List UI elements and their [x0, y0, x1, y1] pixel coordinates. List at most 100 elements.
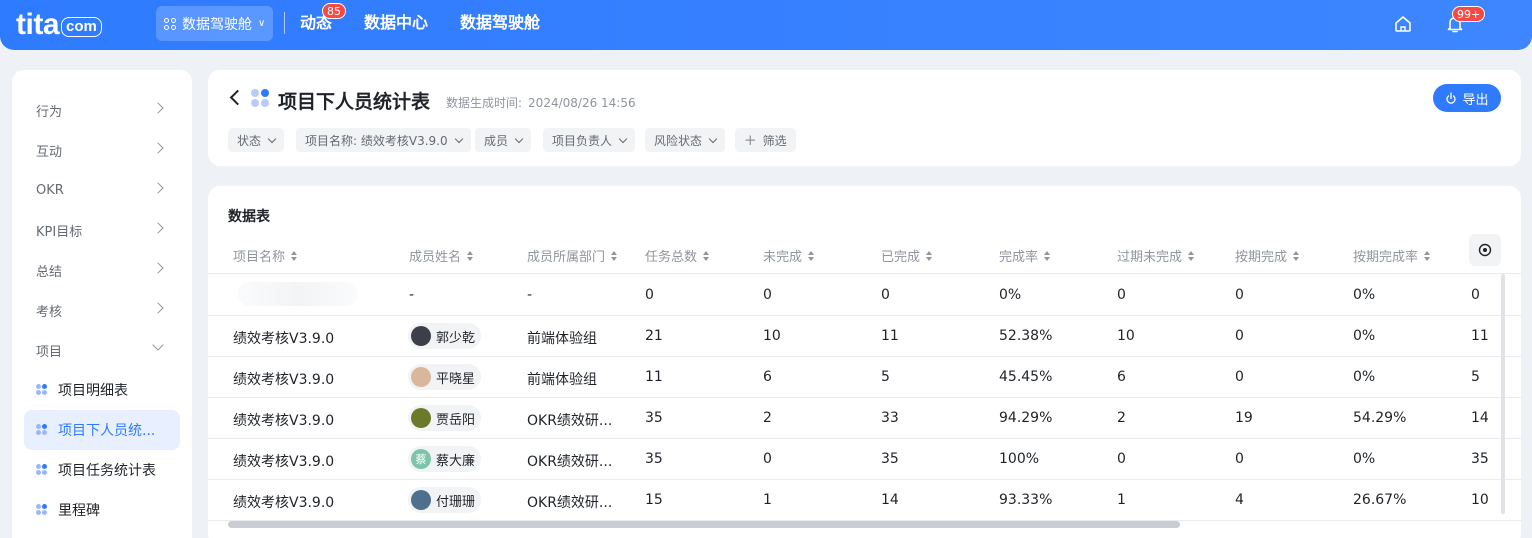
sidebar-item-kpi[interactable]: KPI目标 — [12, 210, 192, 250]
export-icon — [1446, 92, 1457, 104]
sort-icon[interactable] — [1293, 250, 1300, 261]
column-header-label: 未完成 — [763, 250, 803, 265]
table-row[interactable]: 绩效考核V3.9.0 平晓星 前端体验组 11 6 5 45.45% 6 0 0… — [208, 357, 1521, 398]
sidebar-item-summary[interactable]: 总结 — [12, 250, 192, 290]
table-row[interactable]: - - 0 0 0 0% 0 0 0% 0 — [208, 275, 1521, 316]
sort-icon[interactable] — [808, 250, 815, 261]
sidebar-item-okr[interactable]: OKR — [12, 170, 192, 210]
member-chip[interactable]: 蔡 蔡大廉 — [408, 446, 482, 472]
table-row[interactable]: 绩效考核V3.9.0 付珊珊 OKR绩效研... 15 1 14 93.33% … — [208, 480, 1521, 521]
filter-label: 项目负责人 — [552, 133, 613, 148]
export-label: 导出 — [1462, 92, 1489, 108]
member-chip[interactable]: 平晓星 — [408, 364, 482, 390]
overdue-count: 0 — [1117, 287, 1126, 303]
column-header-label: 成员所属部门 — [527, 250, 606, 265]
column-header-project[interactable]: 项目名称 — [233, 246, 298, 265]
chevron-down-icon: ∨ — [258, 18, 266, 29]
task-total: 11 — [645, 369, 663, 385]
plus-icon: + — [744, 130, 757, 149]
sidebar-item-project[interactable]: 项目 — [12, 330, 192, 370]
table-row[interactable]: 绩效考核V3.9.0 蔡 蔡大廉 OKR绩效研... 35 0 35 100% … — [208, 439, 1521, 480]
member-chip[interactable]: 郭少乾 — [408, 323, 482, 349]
filter-risk-status[interactable]: 风险状态 — [645, 128, 726, 152]
incomplete-count: 6 — [763, 369, 772, 385]
sidebar-item-interaction[interactable]: 互动 — [12, 130, 192, 170]
incomplete-count: 10 — [763, 328, 781, 344]
sidebar-subitem-project-tasks[interactable]: 项目任务统计表 — [24, 450, 180, 490]
tita-logo[interactable]: tita com — [16, 8, 102, 40]
sort-icon[interactable] — [611, 250, 618, 261]
sort-icon[interactable] — [467, 250, 474, 261]
column-header-ontime-rate[interactable]: 按期完成率 — [1353, 246, 1431, 265]
column-header-incomplete[interactable]: 未完成 — [763, 246, 815, 265]
column-header-rate[interactable]: 完成率 — [999, 246, 1051, 265]
chevron-right-icon — [152, 182, 164, 194]
back-arrow-icon[interactable] — [229, 89, 246, 106]
sort-icon[interactable] — [1424, 250, 1431, 261]
completed-count: 0 — [881, 287, 890, 303]
sort-icon[interactable] — [703, 250, 710, 261]
table-title: 数据表 — [228, 209, 270, 225]
export-button[interactable]: 导出 — [1433, 84, 1501, 112]
sort-icon[interactable] — [291, 250, 298, 261]
sidebar-item-label: 行为 — [36, 104, 63, 120]
sort-icon[interactable] — [1044, 250, 1051, 261]
sidebar-subitem-milestone[interactable]: 里程碑 — [24, 490, 180, 530]
avatar — [411, 408, 431, 428]
nav-item-data-cockpit[interactable]: 数据驾驶舱 — [460, 12, 540, 34]
filter-status[interactable]: 状态 — [228, 128, 285, 152]
column-header-ontime[interactable]: 按期完成 — [1235, 246, 1300, 265]
member-chip[interactable]: 贾岳阳 — [408, 405, 482, 431]
filter-label: 状态 — [237, 133, 262, 148]
nav-item-data-center[interactable]: 数据中心 — [364, 12, 428, 34]
add-filter-button[interactable]: + 筛选 — [735, 128, 796, 152]
sidebar-item-label: 互动 — [36, 144, 63, 160]
report-header: 项目下人员统计表 数据生成时间: 2024/08/26 14:56 导出 状态 项… — [208, 70, 1521, 166]
sidebar-subitem-label: 里程碑 — [58, 503, 100, 519]
table-row[interactable]: 绩效考核V3.9.0 郭少乾 前端体验组 21 10 11 52.38% 10 … — [208, 316, 1521, 357]
nav-item-dynamics[interactable]: 动态 85 — [300, 3, 346, 34]
column-header-member[interactable]: 成员姓名 — [409, 246, 474, 265]
incomplete-count: 0 — [763, 287, 772, 303]
filter-project-owner[interactable]: 项目负责人 — [543, 128, 636, 152]
ontime-count: 0 — [1235, 451, 1244, 467]
column-header-total[interactable]: 任务总数 — [645, 246, 710, 265]
table-row[interactable]: 绩效考核V3.9.0 贾岳阳 OKR绩效研... 35 2 33 94.29% … — [208, 398, 1521, 439]
ontime-rate: 54.29% — [1353, 410, 1407, 426]
report-icon — [36, 464, 48, 476]
chevron-right-icon — [152, 142, 164, 154]
sort-icon[interactable] — [1188, 250, 1195, 261]
chevron-right-icon — [152, 262, 164, 274]
column-header-department[interactable]: 成员所属部门 — [527, 246, 618, 265]
nav-item-label: 数据中心 — [364, 13, 429, 32]
filter-member[interactable]: 成员 — [475, 128, 532, 152]
report-icon — [36, 504, 48, 516]
filter-project-name[interactable]: 项目名称: 绩效考核V3.9.0 — [296, 128, 471, 152]
extra-column-value: 0 — [1471, 287, 1480, 303]
completed-count: 5 — [881, 369, 890, 385]
incomplete-count: 1 — [763, 492, 772, 508]
column-header-overdue[interactable]: 过期未完成 — [1117, 246, 1195, 265]
member-chip[interactable]: 付珊珊 — [408, 487, 482, 513]
sidebar-item-assessment[interactable]: 考核 — [12, 290, 192, 330]
sidebar: 行为 互动 OKR KPI目标 总结 考核 项目 项目明细表 项目下人员统...… — [12, 70, 192, 538]
task-total: 21 — [645, 328, 663, 344]
member-name: - — [409, 287, 415, 303]
horizontal-scrollbar-thumb[interactable] — [228, 521, 1180, 528]
sidebar-subitem-label: 项目任务统计表 — [58, 463, 156, 479]
completion-rate: 93.33% — [999, 492, 1053, 508]
home-icon[interactable] — [1393, 14, 1413, 34]
column-header-label: 按期完成 — [1235, 250, 1288, 265]
column-header-completed[interactable]: 已完成 — [881, 246, 933, 265]
extra-column-value: 10 — [1471, 492, 1489, 508]
sidebar-item-label: 项目 — [36, 344, 63, 360]
workspace-switcher[interactable]: 数据驾驶舱 ∨ — [156, 6, 273, 41]
completed-count: 35 — [881, 451, 899, 467]
sidebar-subitem-label: 项目下人员统... — [58, 423, 156, 439]
vertical-scrollbar[interactable] — [1501, 274, 1505, 514]
sort-icon[interactable] — [926, 250, 933, 261]
column-settings-button[interactable] — [1469, 234, 1501, 266]
sidebar-item-behavior[interactable]: 行为 — [12, 90, 192, 130]
sidebar-subitem-project-detail[interactable]: 项目明细表 — [24, 370, 180, 410]
sidebar-subitem-project-members[interactable]: 项目下人员统... — [24, 410, 180, 450]
